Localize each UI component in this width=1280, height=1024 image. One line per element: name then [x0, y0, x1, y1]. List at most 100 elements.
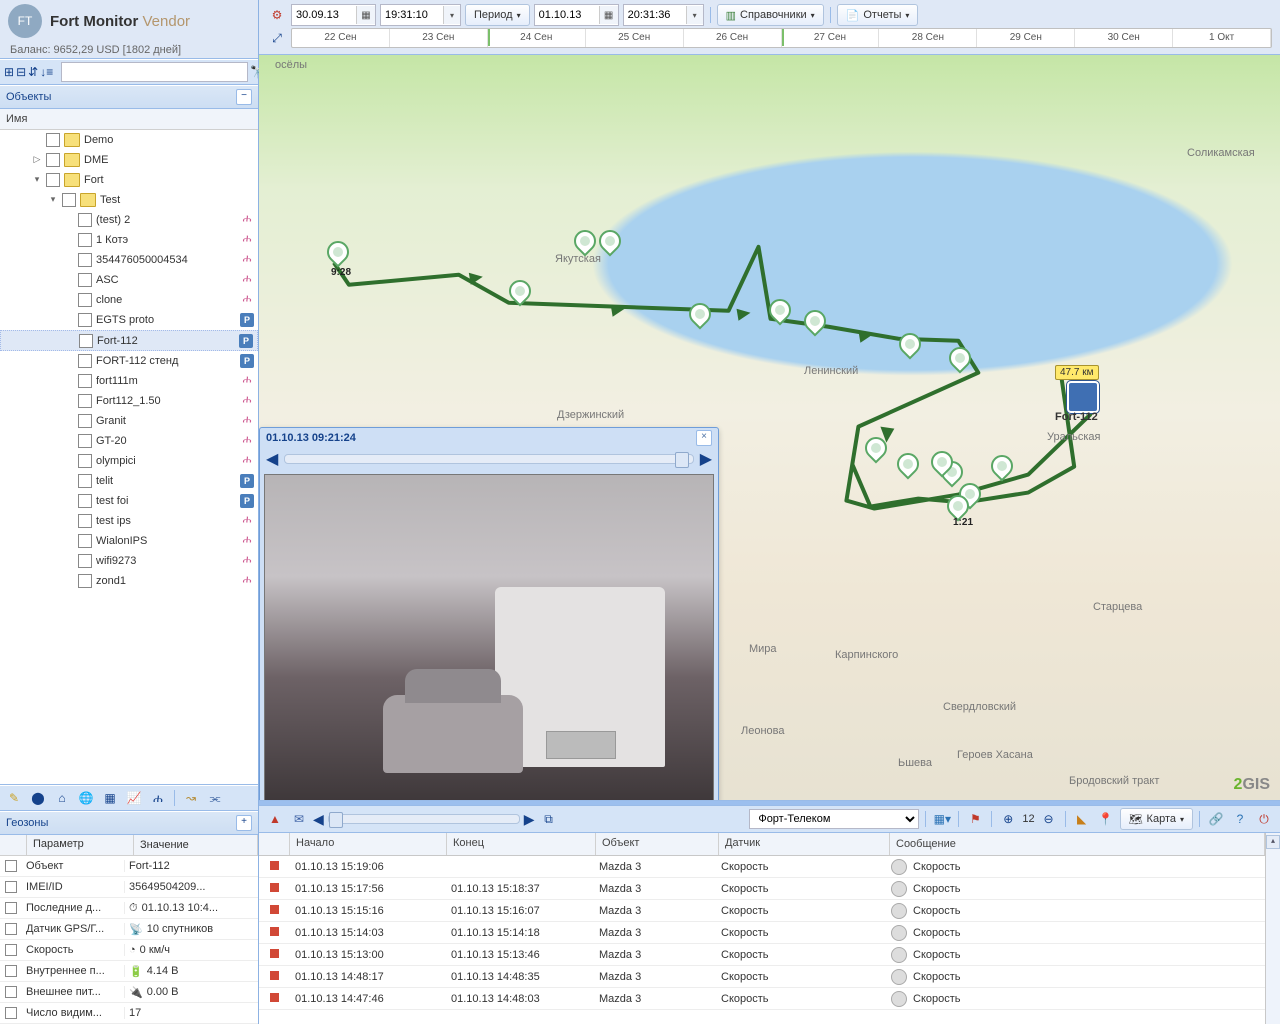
mail-icon[interactable]: ✉	[289, 809, 309, 829]
events-col-header[interactable]: Датчик	[719, 833, 890, 855]
filter-select[interactable]: Форт-Телеком	[749, 809, 919, 829]
pin-icon[interactable]: 📍	[1096, 809, 1116, 829]
link-icon[interactable]: 🔗	[1206, 809, 1226, 829]
time-from[interactable]: ▾	[380, 4, 461, 26]
bell-icon[interactable]: ▲	[265, 809, 285, 829]
tree-item[interactable]: zond1ሐ	[0, 571, 258, 591]
antenna-icon[interactable]: ሐ	[148, 788, 168, 808]
timeline-day[interactable]: 30 Сен	[1075, 29, 1173, 47]
timeline-day[interactable]: 28 Сен	[879, 29, 977, 47]
event-row[interactable]: 01.10.13 15:15:1601.10.13 15:16:07Mazda …	[259, 900, 1265, 922]
tree-collapse-icon[interactable]: ⊟	[16, 62, 26, 82]
close-icon[interactable]: ×	[696, 430, 712, 446]
tree-item[interactable]: ASCሐ	[0, 270, 258, 290]
next-icon[interactable]: ▶	[700, 449, 712, 469]
event-row[interactable]: 01.10.13 15:13:0001.10.13 15:13:46Mazda …	[259, 944, 1265, 966]
tree-item[interactable]: 1 Котэሐ	[0, 230, 258, 250]
events-scrollbar[interactable]: ▴	[1265, 833, 1280, 1024]
hierarchy-icon[interactable]: ⇵	[28, 62, 38, 82]
scroll-up-icon[interactable]: ▴	[1266, 835, 1280, 849]
grid-icon[interactable]: ▦▾	[932, 809, 952, 829]
tree-item[interactable]: Fort-112P	[0, 330, 258, 351]
date-to[interactable]: ▦	[534, 4, 619, 26]
timeline-day[interactable]: 1 Окт	[1173, 29, 1271, 47]
calendar-icon[interactable]: ▦	[599, 6, 618, 24]
objects-tree[interactable]: Demo▷DME▾Fort▾Test(test) 2ሐ1 Котэሐ354476…	[0, 130, 258, 785]
calendar-icon[interactable]: ▦	[356, 6, 375, 24]
timeline-day[interactable]: 27 Сен	[782, 29, 880, 47]
route-icon[interactable]: ↝	[181, 788, 201, 808]
power-icon[interactable]: ⏻	[1254, 809, 1274, 829]
tree-item[interactable]: ▾Fort	[0, 170, 258, 190]
tree-item[interactable]: Demo	[0, 130, 258, 150]
zoom-out-icon[interactable]: ⊖	[1039, 809, 1059, 829]
house-icon[interactable]: ⌂	[52, 788, 72, 808]
map-layer-button[interactable]: 🗺Карта▾	[1120, 808, 1193, 830]
reports-button[interactable]: 📄Отчеты▾	[837, 4, 919, 26]
ruler-icon[interactable]: ◣	[1072, 809, 1092, 829]
globe-icon[interactable]: 🌐	[76, 788, 96, 808]
seek-start-icon[interactable]: ◀	[313, 811, 324, 828]
events-col-header[interactable]: Конец	[447, 833, 596, 855]
tree-item[interactable]: 354476050004534ሐ	[0, 250, 258, 270]
seek-end-icon[interactable]: ▶	[524, 811, 535, 828]
zoom-in-icon[interactable]: ⊕	[998, 809, 1018, 829]
tree-item[interactable]: olympiciሐ	[0, 451, 258, 471]
tree-item[interactable]: (test) 2ሐ	[0, 210, 258, 230]
tree-item[interactable]: GT-20ሐ	[0, 431, 258, 451]
dropdown-icon[interactable]: ▾	[443, 6, 460, 24]
tree-item[interactable]: test foiP	[0, 491, 258, 511]
edit-icon[interactable]: ✎	[4, 788, 24, 808]
tree-item[interactable]: Fort112_1.50ሐ	[0, 391, 258, 411]
sort-icon[interactable]: ↓≡	[40, 62, 53, 82]
period-button[interactable]: Период▾	[465, 4, 530, 26]
tree-item[interactable]: cloneሐ	[0, 290, 258, 310]
prev-icon[interactable]: ◀	[266, 449, 278, 469]
events-col-header[interactable]: Начало	[290, 833, 447, 855]
event-row[interactable]: 01.10.13 14:47:4601.10.13 14:48:03Mazda …	[259, 988, 1265, 1010]
help-icon[interactable]: ?	[1230, 809, 1250, 829]
dropdown-icon[interactable]: ▾	[686, 6, 703, 24]
layers-icon[interactable]: ▦	[100, 788, 120, 808]
polyline-icon[interactable]: ⫘	[205, 788, 225, 808]
event-row[interactable]: 01.10.13 15:14:0301.10.13 15:14:18Mazda …	[259, 922, 1265, 944]
objects-panel-header[interactable]: Объекты −	[0, 85, 258, 109]
photo-window[interactable]: 01.10.13 09:21:24 × ◀ ▶	[259, 427, 719, 800]
collapse-icon[interactable]: −	[236, 89, 252, 105]
point-icon[interactable]: ⬤	[28, 788, 48, 808]
tree-item[interactable]: WialonIPSሐ	[0, 531, 258, 551]
date-timeline[interactable]: 22 Сен23 Сен24 Сен25 Сен26 Сен27 Сен28 С…	[291, 28, 1272, 48]
tree-item[interactable]: ▾Test	[0, 190, 258, 210]
config-icon[interactable]: ⚙	[267, 5, 287, 25]
copy-icon[interactable]: ⧉	[539, 809, 559, 829]
map[interactable]: осёлыДзержинскийЛенинскийСвердловскийПес…	[259, 55, 1280, 800]
timeline-day[interactable]: 25 Сен	[586, 29, 684, 47]
date-from[interactable]: ▦	[291, 4, 376, 26]
tree-item[interactable]: EGTS protoP	[0, 310, 258, 330]
event-row[interactable]: 01.10.13 15:19:06Mazda 3СкоростьСкорость	[259, 856, 1265, 878]
events-col-header[interactable]: Объект	[596, 833, 719, 855]
timeline-day[interactable]: 29 Сен	[977, 29, 1075, 47]
tree-item[interactable]: wifi9273ሐ	[0, 551, 258, 571]
timeline-day[interactable]: 22 Сен	[292, 29, 390, 47]
event-slider[interactable]	[328, 814, 520, 824]
object-search-input[interactable]	[61, 62, 248, 82]
zoom-fit-icon[interactable]: ⤢	[267, 28, 287, 48]
event-row[interactable]: 01.10.13 14:48:1701.10.13 14:48:35Mazda …	[259, 966, 1265, 988]
event-row[interactable]: 01.10.13 15:17:5601.10.13 15:18:37Mazda …	[259, 878, 1265, 900]
add-icon[interactable]: +	[236, 815, 252, 831]
timeline-day[interactable]: 24 Сен	[488, 29, 586, 47]
photo-slider[interactable]	[284, 454, 693, 464]
device-marker[interactable]	[1067, 381, 1099, 413]
events-col-header[interactable]	[259, 833, 290, 855]
flag-icon[interactable]: ⚑	[965, 809, 985, 829]
tree-expand-icon[interactable]: ⊞	[4, 62, 14, 82]
events-col-header[interactable]: Сообщение	[890, 833, 1265, 855]
tree-item[interactable]: ▷DME	[0, 150, 258, 170]
tree-item[interactable]: fort111mሐ	[0, 371, 258, 391]
tree-item[interactable]: test ipsሐ	[0, 511, 258, 531]
events-table[interactable]: 01.10.13 15:19:06Mazda 3СкоростьСкорость…	[259, 856, 1265, 1024]
chart-icon[interactable]: 📈	[124, 788, 144, 808]
tree-item[interactable]: Granitሐ	[0, 411, 258, 431]
time-to[interactable]: ▾	[623, 4, 704, 26]
